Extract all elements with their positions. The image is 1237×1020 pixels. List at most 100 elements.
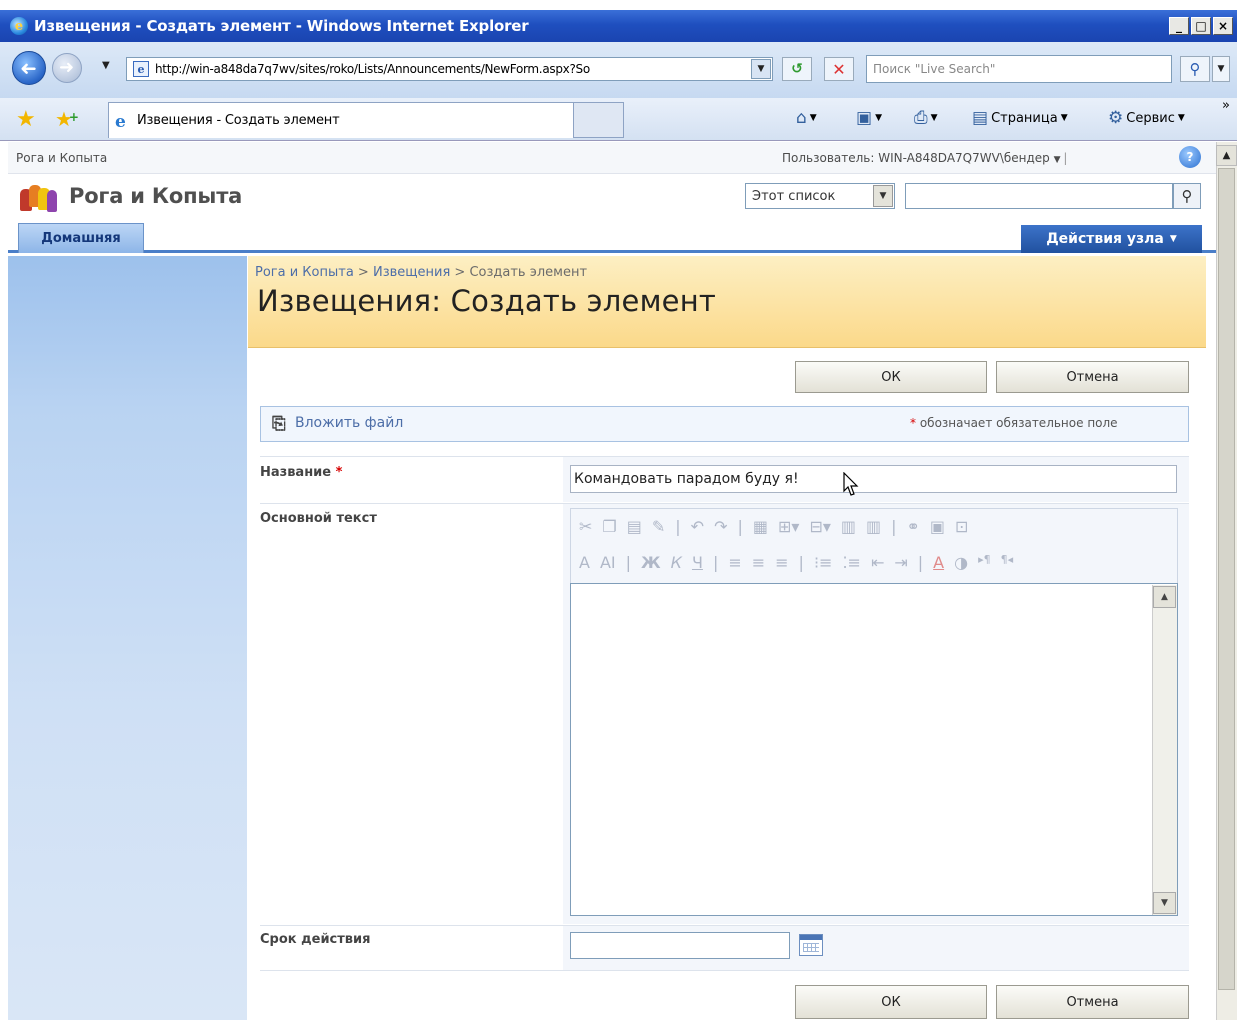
bold-icon[interactable]: Ж: [641, 553, 661, 572]
expires-date-input[interactable]: [570, 932, 790, 959]
close-button[interactable]: ×: [1213, 17, 1233, 35]
print-icon: ⎙: [914, 108, 928, 128]
refresh-icon[interactable]: ↺: [782, 57, 812, 81]
cancel-button-top[interactable]: Отмена: [996, 361, 1189, 393]
user-dropdown-icon: ▼: [1053, 155, 1064, 165]
increase-indent-icon[interactable]: ⇥: [894, 553, 907, 572]
search-dropdown-icon[interactable]: ▼: [1212, 56, 1230, 82]
search-scope-select[interactable]: Этот список ▼: [745, 183, 895, 209]
paperclip-icon[interactable]: ⎘: [272, 414, 286, 434]
rtl-icon[interactable]: ¶◂: [1001, 553, 1014, 572]
redo-icon[interactable]: ↷: [714, 517, 727, 536]
editor-scroll-down-icon[interactable]: ▼: [1153, 892, 1176, 914]
format-painter-icon[interactable]: ✎: [652, 517, 665, 536]
cut-icon[interactable]: ✂: [579, 517, 592, 536]
stop-icon[interactable]: ✕: [824, 57, 854, 81]
toolbar-overflow-icon[interactable]: »: [1222, 98, 1230, 113]
tools-menu-dropdown-icon: ▼: [1177, 113, 1185, 123]
history-dropdown-icon[interactable]: ▼: [102, 60, 110, 71]
underline-icon[interactable]: Ч: [692, 553, 703, 572]
numbered-list-icon[interactable]: ⁝≡: [814, 553, 833, 572]
rte-toolbar-row-1: ✂ ❐ ▤ ✎ | ↶ ↷ | ▦ ⊞▾ ⊟▾ ▥ ▥ | ⚭ ▣ ⊡: [579, 517, 968, 536]
split-cells-icon[interactable]: ▥: [866, 517, 881, 536]
page-menu-label: Страница: [991, 110, 1058, 126]
italic-icon[interactable]: К: [671, 553, 682, 572]
font-size-icon[interactable]: AI: [600, 553, 616, 572]
merge-cells-icon[interactable]: ▥: [841, 517, 856, 536]
decrease-indent-icon[interactable]: ⇤: [871, 553, 884, 572]
insert-row-icon[interactable]: ⊞▾: [778, 517, 799, 536]
minimize-button[interactable]: _: [1169, 17, 1189, 35]
window-title: Извещения - Создать элемент - Windows In…: [34, 17, 529, 35]
insert-column-icon[interactable]: ⊟▾: [809, 517, 830, 536]
text-color-icon[interactable]: A: [933, 553, 944, 572]
attach-file-link[interactable]: Вложить файл: [295, 415, 403, 431]
breadcrumb-site[interactable]: Рога и Копыта: [255, 265, 354, 280]
breadcrumb-sep: >: [353, 265, 373, 280]
page-menu[interactable]: ▤ Страница ▼: [972, 108, 1068, 128]
paste-icon[interactable]: ▤: [627, 517, 642, 536]
site-logo-icon: [20, 185, 60, 212]
url-text[interactable]: http://win-a848da7q7wv/sites/roko/Lists/…: [155, 62, 751, 76]
print-command[interactable]: ⎙ ▼: [914, 108, 938, 128]
browser-tab[interactable]: e Извещения - Создать элемент: [108, 102, 574, 138]
editor-scrollbar[interactable]: [1152, 585, 1177, 915]
top-site-link[interactable]: Рога и Копыта: [16, 151, 107, 165]
source-icon[interactable]: ⊡: [955, 517, 968, 536]
divider: [260, 503, 1189, 504]
add-favorite-icon[interactable]: ★: [55, 107, 79, 131]
site-title[interactable]: Рога и Копыта: [69, 184, 242, 208]
search-icon[interactable]: ⚲: [1180, 56, 1210, 82]
insert-table-icon[interactable]: ▦: [753, 517, 768, 536]
calendar-icon[interactable]: [799, 934, 823, 956]
live-search-input[interactable]: Поиск "Live Search": [866, 55, 1172, 83]
ltr-icon[interactable]: ▸¶: [978, 553, 991, 572]
required-note: * обозначает обязательное поле: [910, 416, 1118, 430]
insert-link-icon[interactable]: ⚭: [907, 517, 920, 536]
feeds-command[interactable]: ▣ ▼: [856, 108, 882, 128]
body-editor[interactable]: [570, 583, 1178, 916]
page-title: Извещения: Создать элемент: [257, 284, 716, 318]
title-label-text: Название: [260, 465, 332, 480]
site-search-input[interactable]: [905, 183, 1173, 209]
user-menu[interactable]: Пользователь: WIN-A848DA7Q7WV\бендер ▼ |: [782, 151, 1067, 165]
align-right-icon[interactable]: ≡: [775, 553, 788, 572]
new-tab-button[interactable]: [574, 102, 624, 138]
maximize-button[interactable]: □: [1191, 17, 1211, 35]
align-left-icon[interactable]: ≡: [728, 553, 741, 572]
title-label: Название *: [260, 465, 342, 480]
editor-scroll-up-icon[interactable]: ▲: [1153, 586, 1176, 608]
home-command[interactable]: ⌂ ▼: [796, 108, 817, 128]
site-actions-dropdown-icon: ▼: [1169, 234, 1177, 244]
tab-home[interactable]: Домашняя: [18, 223, 144, 253]
copy-icon[interactable]: ❐: [602, 517, 616, 536]
ok-button-top[interactable]: ОК: [795, 361, 987, 393]
undo-icon[interactable]: ↶: [691, 517, 704, 536]
window-titlebar: e Извещения - Создать элемент - Windows …: [0, 10, 1237, 42]
separator: |: [891, 517, 897, 536]
scroll-thumb[interactable]: [1218, 168, 1235, 990]
favorites-star-icon[interactable]: ★: [16, 107, 36, 132]
ok-button-bottom[interactable]: ОК: [795, 985, 987, 1019]
breadcrumb-list[interactable]: Извещения: [373, 265, 450, 280]
forward-button[interactable]: [52, 53, 82, 83]
scroll-up-icon[interactable]: ▲: [1216, 145, 1237, 166]
align-center-icon[interactable]: ≡: [752, 553, 765, 572]
site-actions-menu[interactable]: Действия узла ▼: [1021, 225, 1202, 253]
bullet-list-icon[interactable]: ⁚≡: [842, 553, 861, 572]
help-icon[interactable]: ?: [1179, 146, 1201, 168]
tab-label: Извещения - Создать элемент: [137, 113, 340, 128]
tools-menu[interactable]: ⚙ Сервис ▼: [1108, 108, 1185, 128]
highlight-icon[interactable]: ◑: [954, 553, 968, 572]
address-dropdown-icon[interactable]: ▼: [751, 59, 771, 79]
title-input[interactable]: Командовать парадом буду я!: [570, 465, 1177, 493]
insert-image-icon[interactable]: ▣: [930, 517, 945, 536]
address-field[interactable]: e http://win-a848da7q7wv/sites/roko/List…: [126, 57, 773, 81]
back-button[interactable]: [12, 51, 46, 85]
page-menu-dropdown-icon: ▼: [1060, 113, 1068, 123]
font-icon[interactable]: A: [579, 553, 590, 572]
cancel-button-bottom[interactable]: Отмена: [996, 985, 1189, 1019]
site-search-icon[interactable]: ⚲: [1173, 183, 1201, 209]
scope-dropdown-icon[interactable]: ▼: [873, 185, 893, 207]
home-dropdown-icon: ▼: [809, 113, 817, 123]
